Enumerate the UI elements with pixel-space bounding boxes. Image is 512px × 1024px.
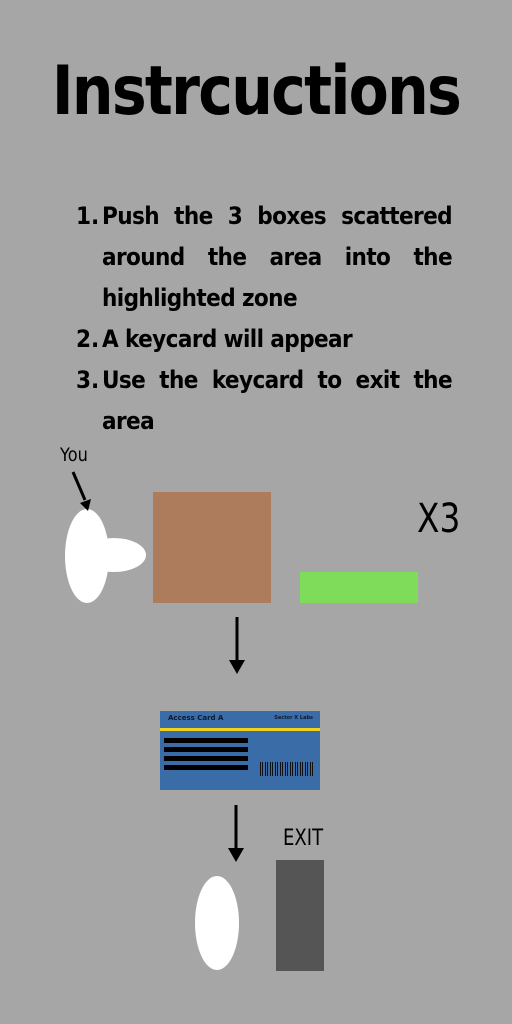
pushable-box: [153, 492, 271, 603]
player-character-icon: [195, 876, 239, 970]
highlighted-zone: [300, 572, 418, 603]
keycard-bar: [164, 756, 248, 761]
keycard-bar: [164, 747, 248, 752]
keycard-stripe: [160, 728, 320, 731]
multiplier-label: X3: [417, 496, 461, 542]
player-character-icon: [65, 509, 146, 603]
keycard-bar: [164, 738, 248, 743]
exit-door: [276, 860, 324, 971]
exit-label: EXIT: [283, 826, 324, 851]
keycard: Access Card A Sector X Labs: [160, 711, 320, 790]
down-arrow-icon: [228, 805, 244, 862]
barcode-icon: [260, 762, 315, 776]
you-pointer-arrow-icon: [71, 471, 91, 511]
keycard-title: Access Card A: [168, 714, 224, 722]
keycard-bar: [164, 765, 248, 770]
you-label: You: [60, 444, 88, 466]
down-arrow-icon: [229, 617, 245, 674]
keycard-org: Sector X Labs: [274, 715, 313, 721]
